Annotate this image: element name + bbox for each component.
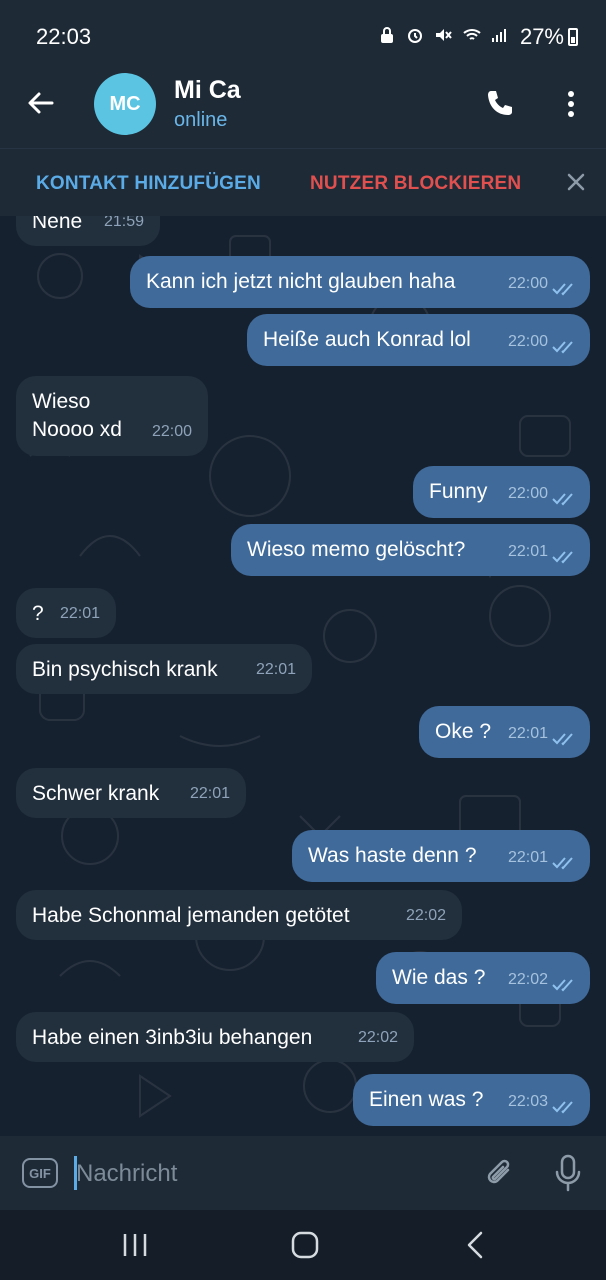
message-text: Einen was ? bbox=[369, 1088, 484, 1111]
message-time: 22:01 bbox=[189, 785, 230, 802]
message-time: 21:59 bbox=[103, 216, 144, 230]
microphone-icon[interactable] bbox=[554, 1154, 582, 1192]
message-text: Nene bbox=[32, 216, 83, 233]
message-time: 22:01 bbox=[59, 605, 100, 622]
battery-indicator: 27% bbox=[520, 24, 578, 50]
message-text: Funny bbox=[429, 480, 488, 503]
message-incoming[interactable]: Bin psychisch krank 22:01 bbox=[16, 644, 312, 694]
double-check-icon bbox=[552, 857, 573, 870]
double-check-icon bbox=[552, 283, 573, 296]
lock-icon bbox=[378, 26, 396, 44]
add-contact-button[interactable]: KONTAKT HINZUFÜGEN bbox=[36, 173, 261, 195]
message-incoming[interactable]: Habe Schonmal jemanden getötet 22:02 bbox=[16, 890, 462, 940]
message-outgoing[interactable]: Heiße auch Konrad lol 22:00 bbox=[247, 314, 590, 366]
message-time: 22:01 bbox=[507, 725, 548, 742]
back-arrow-icon[interactable] bbox=[26, 88, 56, 118]
phone-icon[interactable] bbox=[484, 88, 516, 120]
message-text: Habe einen 3inb3iu behangen bbox=[32, 1026, 313, 1049]
message-input-bar: GIF Nachricht bbox=[0, 1136, 606, 1210]
double-check-icon bbox=[552, 979, 573, 992]
message-outgoing[interactable]: Funny 22:00 bbox=[413, 466, 590, 518]
message-text: Wie das ? bbox=[392, 966, 486, 989]
block-user-button[interactable]: NUTZER BLOCKIEREN bbox=[310, 173, 521, 195]
message-time: 22:03 bbox=[507, 1093, 548, 1110]
message-text: Oke ? bbox=[435, 720, 492, 743]
message-incoming[interactable]: Schwer krank 22:01 bbox=[16, 768, 246, 818]
message-text: Kann ich jetzt nicht glauben haha bbox=[146, 270, 456, 293]
message-outgoing[interactable]: Oke ? 22:01 bbox=[419, 706, 590, 758]
message-outgoing[interactable]: Einen was ? 22:03 bbox=[353, 1074, 590, 1126]
nav-back-icon[interactable] bbox=[466, 1231, 484, 1259]
chat-header: MC Mi Ca online bbox=[0, 70, 606, 148]
action-bar: KONTAKT HINZUFÜGEN NUTZER BLOCKIEREN bbox=[0, 148, 606, 217]
avatar[interactable]: MC bbox=[94, 73, 156, 135]
message-time: 22:01 bbox=[507, 543, 548, 560]
message-text: ? bbox=[32, 602, 44, 625]
status-bar: 22:03 27% bbox=[0, 0, 606, 70]
message-outgoing[interactable]: Kann ich jetzt nicht glauben haha 22:00 bbox=[130, 256, 590, 308]
message-incoming[interactable]: Wieso Noooo xd 22:00 bbox=[16, 376, 208, 456]
system-nav-bar bbox=[0, 1210, 606, 1280]
paperclip-icon[interactable] bbox=[484, 1156, 516, 1190]
status-icons bbox=[378, 26, 508, 44]
message-time: 22:00 bbox=[507, 485, 548, 502]
chat-area[interactable]: Nene 21:59 Kann ich jetzt nicht glauben … bbox=[0, 216, 606, 1136]
message-incoming[interactable]: ? 22:01 bbox=[16, 588, 116, 638]
wifi-icon bbox=[462, 26, 481, 44]
home-icon[interactable] bbox=[291, 1231, 319, 1259]
double-check-icon bbox=[552, 341, 573, 354]
close-icon[interactable] bbox=[565, 171, 587, 193]
message-incoming[interactable]: Nene 21:59 bbox=[16, 216, 160, 246]
message-time: 22:02 bbox=[507, 971, 548, 988]
status-time: 22:03 bbox=[36, 24, 92, 49]
message-time: 22:02 bbox=[405, 907, 446, 924]
message-outgoing[interactable]: Wie das ? 22:02 bbox=[376, 952, 590, 1004]
message-text: Habe Schonmal jemanden getötet bbox=[32, 904, 350, 927]
message-input[interactable]: Nachricht bbox=[76, 1160, 177, 1188]
battery-percent: 27% bbox=[519, 24, 564, 49]
message-text: Was haste denn ? bbox=[308, 844, 477, 867]
message-time: 22:02 bbox=[357, 1029, 398, 1046]
mute-icon bbox=[434, 26, 452, 44]
battery-icon bbox=[568, 28, 578, 46]
message-text: Bin psychisch krank bbox=[32, 658, 218, 681]
double-check-icon bbox=[552, 733, 573, 746]
signal-icon bbox=[490, 26, 508, 44]
message-text: Schwer krank bbox=[32, 782, 160, 805]
contact-status: online bbox=[174, 109, 228, 131]
message-time: 22:00 bbox=[151, 423, 192, 440]
double-check-icon bbox=[552, 1101, 573, 1114]
more-vert-icon[interactable] bbox=[562, 88, 580, 120]
message-outgoing[interactable]: Was haste denn ? 22:01 bbox=[292, 830, 590, 882]
double-check-icon bbox=[552, 551, 573, 564]
recents-icon[interactable] bbox=[122, 1232, 148, 1258]
gif-button[interactable]: GIF bbox=[22, 1158, 58, 1188]
double-check-icon bbox=[552, 493, 573, 506]
message-time: 22:01 bbox=[507, 849, 548, 866]
message-time: 22:01 bbox=[255, 661, 296, 678]
alarm-icon bbox=[406, 26, 424, 44]
message-time: 22:00 bbox=[507, 333, 548, 350]
message-text: Heiße auch Konrad lol bbox=[263, 328, 471, 351]
message-text: Wieso memo gelöscht? bbox=[247, 538, 466, 561]
message-time: 22:00 bbox=[507, 275, 548, 292]
message-outgoing[interactable]: Wieso memo gelöscht? 22:01 bbox=[231, 524, 590, 576]
message-incoming[interactable]: Habe einen 3inb3iu behangen 22:02 bbox=[16, 1012, 414, 1062]
contact-name[interactable]: Mi Ca bbox=[174, 76, 241, 105]
message-text: Wieso Noooo xd bbox=[32, 390, 122, 441]
